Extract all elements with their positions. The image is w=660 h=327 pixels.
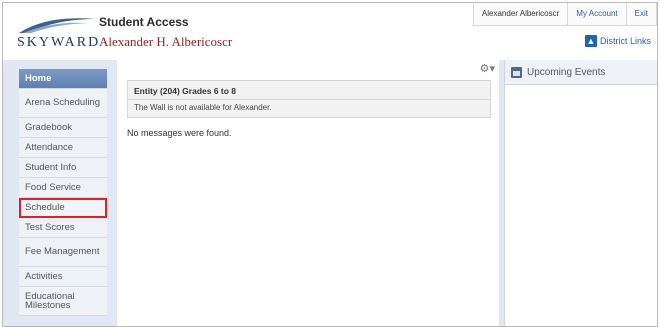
student-name: Alexander H. Albericoscr: [99, 34, 233, 49]
sidebar-item-test-scores[interactable]: Test Scores: [19, 218, 107, 238]
upcoming-events-header[interactable]: Upcoming Events: [505, 60, 657, 85]
skyward-logo[interactable]: SKYWARD: [17, 13, 101, 55]
district-links-label: District Links: [599, 36, 651, 46]
window: SKYWARD Student Access Alexander H. Albe…: [2, 2, 658, 327]
sidebar-item-educational-milestones[interactable]: Educational Milestones: [19, 287, 107, 316]
logo-text: SKYWARD: [17, 35, 101, 50]
upcoming-events-panel: Upcoming Events: [504, 60, 657, 326]
divider: [128, 99, 490, 100]
sidebar-item-attendance[interactable]: Attendance: [19, 138, 107, 158]
sidebar-item-home[interactable]: Home: [19, 69, 107, 89]
sidebar-item-fee-management[interactable]: Fee Management: [19, 238, 107, 267]
logo-swoosh-icon: [19, 18, 95, 33]
sidebar-item-arena-scheduling[interactable]: Arena Scheduling: [19, 89, 107, 118]
sidebar-nav: Home Arena Scheduling Gradebook Attendan…: [19, 69, 107, 316]
calendar-icon: [511, 66, 522, 78]
sidebar-item-student-info[interactable]: Student Info: [19, 158, 107, 178]
user-name: Alexander Albericoscr: [474, 3, 569, 25]
upcoming-events-title: Upcoming Events: [527, 66, 606, 78]
sidebar-item-gradebook[interactable]: Gradebook: [19, 118, 107, 138]
my-account-link[interactable]: My Account: [568, 3, 627, 25]
header: SKYWARD Student Access Alexander H. Albe…: [3, 3, 657, 61]
sidebar-item-activities[interactable]: Activities: [19, 267, 107, 287]
no-messages-text: No messages were found.: [127, 128, 232, 138]
sidebar-item-schedule[interactable]: Schedule: [19, 198, 107, 218]
exit-link[interactable]: Exit: [627, 3, 657, 25]
settings-gear-icon[interactable]: ⚙▾: [480, 62, 495, 75]
sidebar-item-food-service[interactable]: Food Service: [19, 178, 107, 198]
district-links-icon: ▲: [584, 35, 597, 47]
entity-title: Entity (204) Grades 6 to 8: [134, 86, 237, 96]
app-title: Student Access: [99, 15, 189, 29]
district-links[interactable]: ▲ District Links: [584, 35, 651, 47]
entity-wall-panel: Entity (204) Grades 6 to 8 The Wall is n…: [127, 80, 491, 118]
top-links: Alexander Albericoscr My Account Exit: [472, 3, 657, 26]
main-content: ⚙▾ Entity (204) Grades 6 to 8 The Wall i…: [117, 60, 499, 326]
wall-unavailable-message: The Wall is not available for Alexander.: [134, 103, 272, 112]
